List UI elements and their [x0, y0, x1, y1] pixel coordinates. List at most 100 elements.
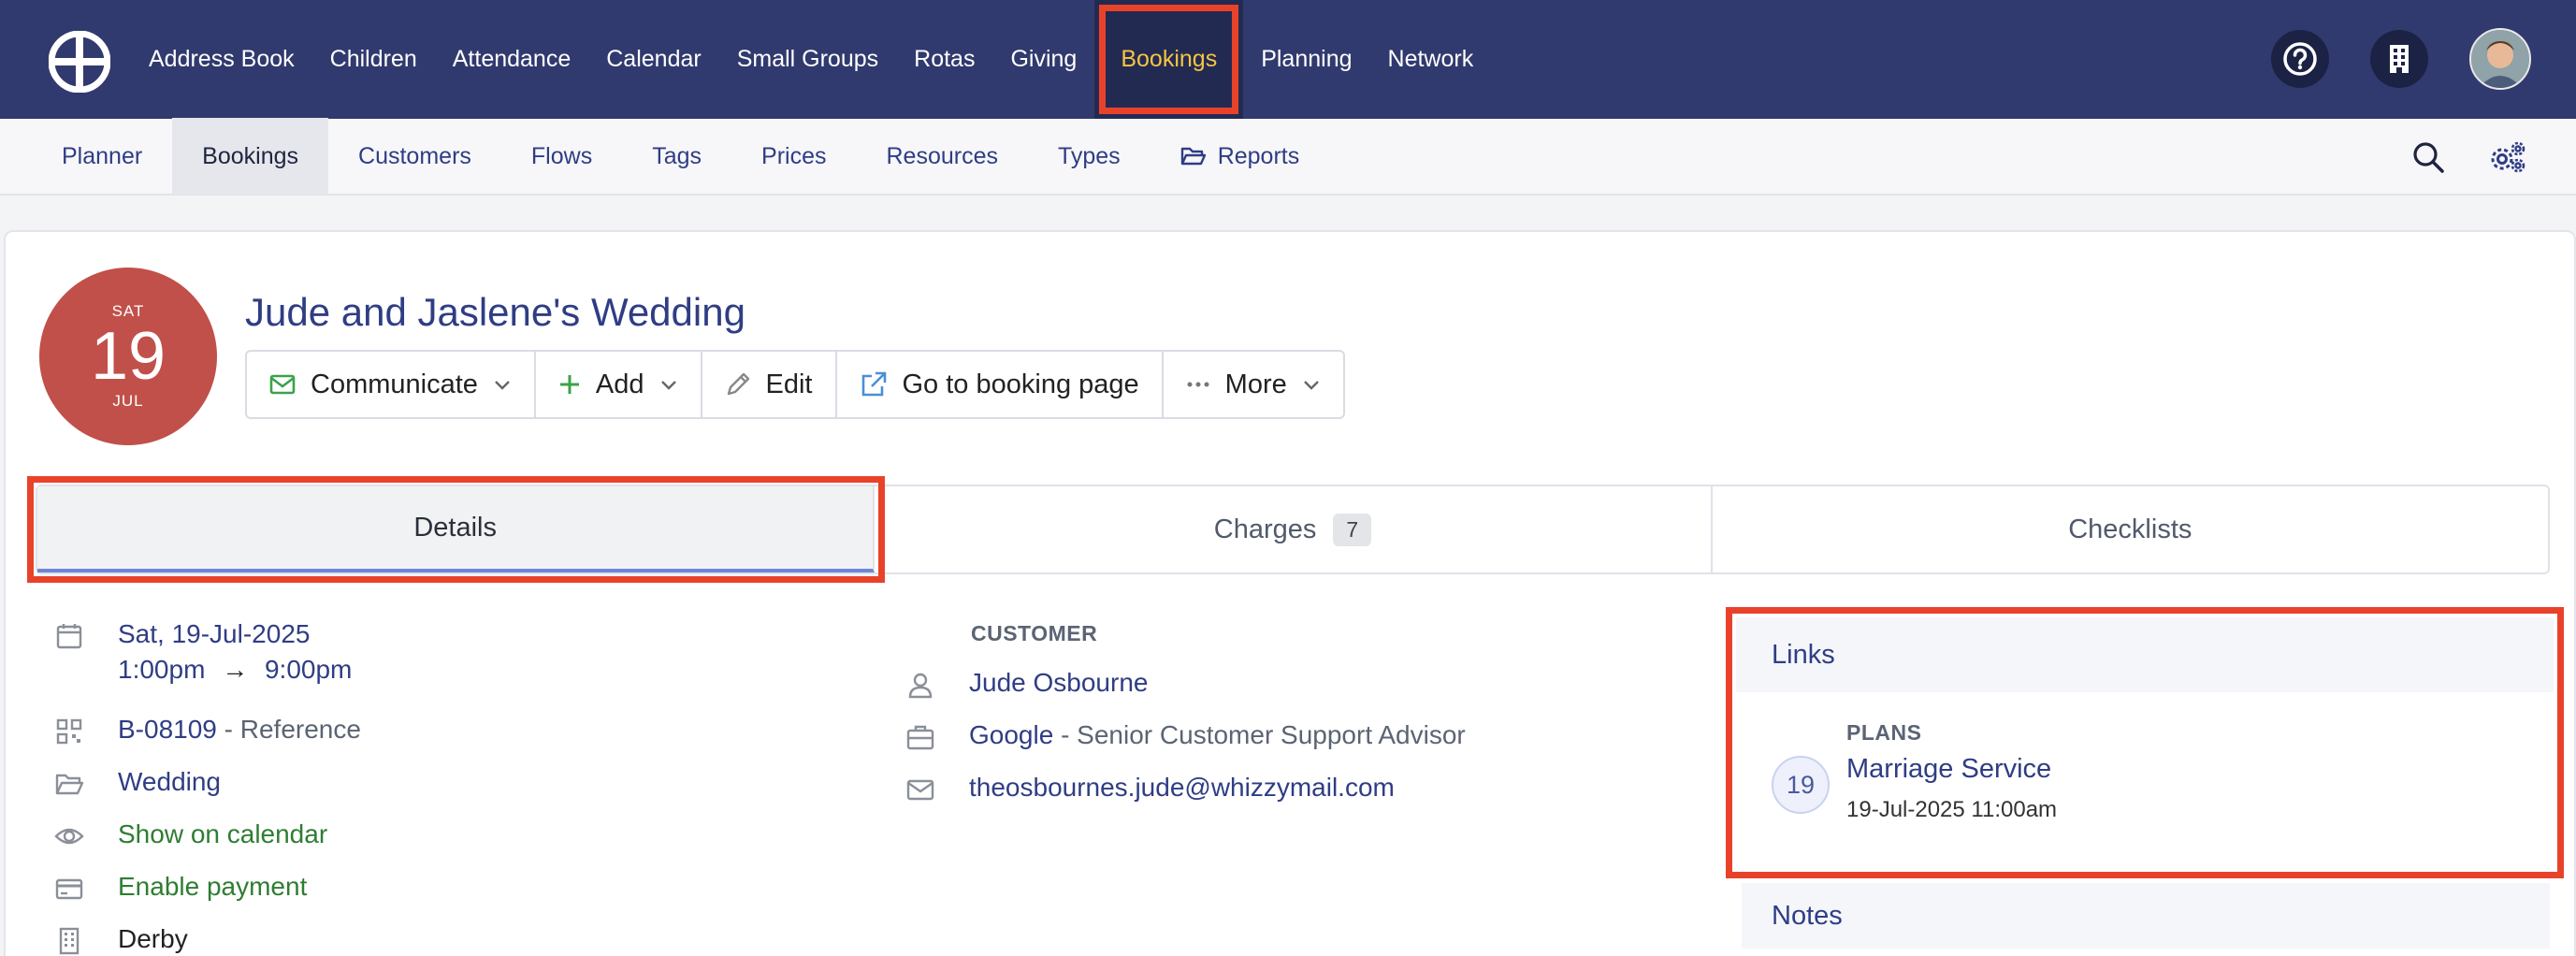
subnav-types[interactable]: Types [1028, 118, 1151, 195]
subnav-planner[interactable]: Planner [32, 118, 172, 195]
subnav-resources[interactable]: Resources [856, 118, 1028, 195]
envelope-icon [906, 779, 934, 801]
customer-company[interactable]: Google [969, 720, 1053, 749]
subnav-customers[interactable]: Customers [328, 118, 501, 195]
notes-heading: Notes [1742, 883, 2550, 949]
help-icon [2283, 42, 2317, 76]
charges-count-badge: 7 [1333, 513, 1372, 546]
booking-time-end: 9:00pm [264, 655, 353, 684]
nav-network[interactable]: Network [1370, 0, 1492, 119]
enable-payment-link[interactable]: Enable payment [118, 872, 307, 902]
booking-date[interactable]: Sat, 19-Jul-2025 [118, 619, 352, 649]
folder-open-icon [1180, 147, 1206, 166]
customer-name[interactable]: Jude Osbourne [969, 668, 1148, 698]
links-panel: Links PLANS 19 Marriage Service 19-Jul-2… [1726, 607, 2564, 878]
ellipsis-icon [1187, 382, 1209, 387]
plans-section-label: PLANS [1846, 720, 1922, 745]
add-button[interactable]: Add [536, 352, 702, 417]
customer-email-row: theosbournes.jude@whizzymail.com [905, 773, 1395, 804]
bookings-sub-navigation: Planner Bookings Customers Flows Tags Pr… [0, 118, 2576, 196]
detail-calendar-visibility: Show on calendar [54, 819, 327, 851]
tab-checklists[interactable]: Checklists [1713, 486, 2548, 572]
subnav-tags[interactable]: Tags [622, 118, 731, 195]
eye-icon [54, 828, 84, 845]
subnav-tools [2411, 119, 2527, 196]
nav-attendance[interactable]: Attendance [435, 0, 589, 119]
main-menu: Address Book Children Attendance Calenda… [131, 0, 1491, 119]
nav-giving[interactable]: Giving [992, 0, 1094, 119]
chevron-down-icon [495, 381, 510, 390]
tab-charges[interactable]: Charges 7 [875, 486, 1713, 572]
tab-details[interactable]: Details [26, 476, 886, 583]
settings-gears-icon[interactable] [2488, 140, 2527, 174]
booking-type[interactable]: Wedding [118, 767, 221, 797]
folder-open-icon [55, 774, 84, 795]
user-icon [908, 673, 933, 699]
date-badge-month: JUL [112, 392, 144, 410]
search-icon[interactable] [2411, 140, 2445, 174]
booking-card: SAT 19 JUL Jude and Jaslene's Wedding Co… [4, 230, 2576, 956]
nav-bookings[interactable]: Bookings [1094, 0, 1244, 119]
plan-date-circle: 19 [1772, 756, 1830, 814]
plan-name-link[interactable]: Marriage Service [1846, 754, 2051, 785]
booking-reference-code[interactable]: B-08109 [118, 715, 217, 744]
plan-datetime: 19-Jul-2025 11:00am [1846, 797, 2058, 822]
help-button[interactable] [2271, 30, 2329, 88]
tab-details-label: Details [413, 512, 497, 543]
chevron-down-icon [660, 381, 676, 390]
tab-charges-label: Charges [1213, 514, 1317, 544]
booking-time-start: 1:00pm [118, 655, 206, 684]
booking-tabs: Details Charges 7 Checklists [26, 476, 2550, 583]
nav-small-groups[interactable]: Small Groups [719, 0, 896, 119]
building-icon [59, 927, 80, 955]
pencil-icon [727, 372, 749, 396]
organisation-button[interactable] [2370, 30, 2428, 88]
date-badge-day: 19 [90, 319, 166, 394]
more-label: More [1224, 369, 1287, 399]
chevron-down-icon [1303, 381, 1319, 390]
subnav-reports-label: Reports [1217, 142, 1300, 169]
credit-card-icon [55, 878, 83, 900]
customer-job-title: - Senior Customer Support Advisor [1061, 720, 1466, 749]
communicate-label: Communicate [311, 369, 478, 399]
go-to-booking-page-label: Go to booking page [902, 369, 1139, 399]
subnav-flows[interactable]: Flows [501, 118, 622, 195]
detail-date-time: Sat, 19-Jul-2025 1:00pm → 9:00pm [54, 619, 352, 685]
booking-location: Derby [118, 924, 188, 953]
customer-company-row: Google - Senior Customer Support Advisor [905, 720, 1466, 752]
booking-date-badge: SAT 19 JUL [39, 268, 217, 445]
app-logo-icon[interactable] [49, 31, 110, 93]
detail-type: Wedding [54, 767, 221, 799]
nav-calendar[interactable]: Calendar [588, 0, 718, 119]
booking-actions-toolbar: Communicate Add Edit Go to booking page … [245, 350, 1345, 419]
subnav-prices[interactable]: Prices [731, 118, 856, 195]
go-to-booking-page-button[interactable]: Go to booking page [837, 352, 1164, 417]
subnav-bookings[interactable]: Bookings [172, 118, 329, 195]
add-label: Add [595, 369, 644, 399]
calendar-icon [56, 624, 82, 649]
more-button[interactable]: More [1164, 352, 1343, 417]
customer-section-label: CUSTOMER [971, 621, 1098, 645]
booking-title: Jude and Jaslene's Wedding [245, 290, 745, 334]
edit-button[interactable]: Edit [702, 352, 837, 417]
nav-rotas[interactable]: Rotas [896, 0, 992, 119]
detail-reference: B-08109 - Reference [54, 715, 361, 746]
nav-children[interactable]: Children [312, 0, 435, 119]
plus-icon [559, 375, 579, 394]
external-link-icon [861, 371, 886, 397]
nav-planning[interactable]: Planning [1243, 0, 1369, 119]
top-navigation-bar: Address Book Children Attendance Calenda… [0, 0, 2576, 119]
subnav-reports[interactable]: Reports [1151, 118, 1330, 195]
time-arrow: → [222, 655, 249, 684]
customer-email[interactable]: theosbournes.jude@whizzymail.com [969, 773, 1395, 803]
reference-label: - Reference [224, 715, 361, 744]
tab-checklists-label: Checklists [2068, 514, 2192, 544]
date-badge-weekday: SAT [111, 302, 145, 320]
customer-name-row: Jude Osbourne [905, 668, 1148, 700]
links-heading: Links [1736, 617, 2554, 692]
show-on-calendar-link[interactable]: Show on calendar [118, 819, 327, 849]
nav-address-book[interactable]: Address Book [131, 0, 312, 119]
top-right-tools [2271, 26, 2531, 92]
communicate-button[interactable]: Communicate [247, 352, 536, 417]
user-avatar[interactable] [2469, 28, 2531, 90]
